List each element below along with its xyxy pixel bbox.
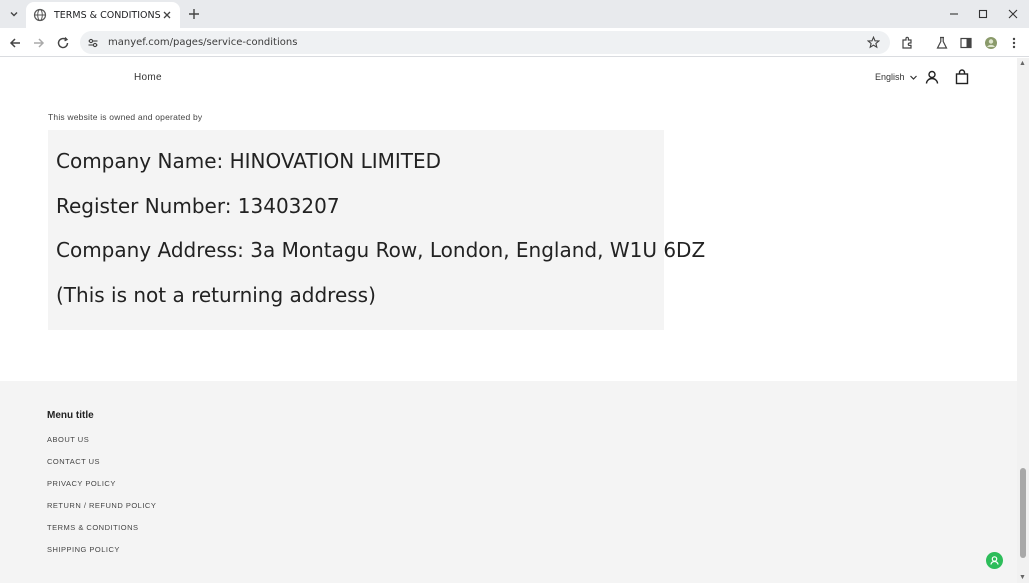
footer-link-about-us[interactable]: ABOUT US	[47, 435, 89, 444]
account-icon[interactable]	[924, 69, 940, 85]
puzzle-icon	[902, 36, 912, 49]
footer-menu-title: Menu title	[47, 410, 94, 421]
owned-operated-text: This website is owned and operated by	[48, 112, 203, 122]
url-text[interactable]: manyef.com/pages/service-conditions	[108, 37, 297, 48]
register-number-line: Register Number: 13403207	[56, 194, 340, 218]
footer-link-shipping-policy[interactable]: SHIPPING POLICY	[47, 545, 120, 554]
company-name-line: Company Name: HINOVATION LIMITED	[56, 149, 442, 173]
star-icon	[866, 35, 880, 48]
reload-icon	[57, 37, 69, 49]
bag-icon[interactable]	[954, 69, 970, 85]
nav-link-home[interactable]: Home	[134, 72, 162, 83]
window-close-button[interactable]	[1003, 4, 1023, 24]
more-vertical-icon	[1012, 37, 1016, 49]
side-panel-icon	[960, 37, 972, 49]
page-scrollbar[interactable]: ▲ ▼	[1017, 58, 1029, 583]
not-returning-address-note: (This is not a returning address)	[56, 283, 376, 307]
back-button[interactable]	[6, 34, 24, 52]
arrow-left-icon	[9, 38, 20, 48]
footer-link-privacy-policy[interactable]: PRIVACY POLICY	[47, 479, 116, 488]
chevron-down-icon	[909, 75, 917, 80]
arrow-right-icon	[34, 38, 45, 48]
site-footer: Menu title ABOUT US CONTACT US PRIVACY P…	[0, 381, 1017, 583]
extensions-button[interactable]	[898, 34, 916, 52]
close-tab-button[interactable]	[160, 8, 174, 22]
side-panel-button[interactable]	[957, 34, 975, 52]
profile-button[interactable]	[982, 34, 1000, 52]
tab-title: TERMS & CONDITIONS	[54, 9, 161, 21]
language-selector[interactable]: English	[875, 72, 918, 82]
forward-button[interactable]	[30, 34, 48, 52]
new-tab-button[interactable]	[186, 6, 202, 22]
site-info-button[interactable]	[86, 36, 100, 50]
chat-icon	[990, 556, 999, 565]
site-header: Home English	[0, 58, 1017, 96]
labs-button[interactable]	[933, 34, 951, 52]
footer-link-contact-us[interactable]: CONTACT US	[47, 457, 100, 466]
chevron-down-icon	[10, 12, 18, 17]
active-tab[interactable]: TERMS & CONDITIONS	[26, 2, 180, 28]
page-viewport: Home English This website is owned and o…	[0, 58, 1017, 583]
close-icon	[163, 11, 171, 19]
scrollbar-thumb[interactable]	[1020, 468, 1026, 558]
company-info-image: Company Name: HINOVATION LIMITED Registe…	[48, 130, 705, 330]
avatar-icon	[985, 37, 997, 49]
scroll-down-arrow-icon[interactable]: ▼	[1019, 574, 1026, 581]
minimize-icon	[950, 13, 958, 15]
bookmark-button[interactable]	[866, 35, 880, 49]
close-icon	[1008, 9, 1018, 19]
globe-icon	[33, 8, 47, 22]
footer-link-refund-policy[interactable]: RETURN / REFUND POLICY	[47, 501, 156, 510]
menu-button[interactable]	[1005, 34, 1023, 52]
browser-toolbar: manyef.com/pages/service-conditions	[0, 28, 1029, 57]
scroll-up-arrow-icon[interactable]: ▲	[1019, 60, 1026, 67]
flask-icon	[936, 36, 948, 49]
language-label: English	[875, 72, 905, 82]
chat-widget-button[interactable]	[986, 552, 1003, 569]
tab-search-button[interactable]	[6, 6, 22, 22]
reload-button[interactable]	[54, 34, 72, 52]
tune-icon	[88, 38, 98, 47]
tab-strip: TERMS & CONDITIONS	[0, 0, 1029, 28]
restore-icon	[978, 9, 988, 19]
company-address-line: Company Address: 3a Montagu Row, London,…	[56, 238, 706, 262]
maximize-button[interactable]	[973, 4, 993, 24]
footer-link-terms[interactable]: TERMS & CONDITIONS	[47, 523, 139, 532]
minimize-button[interactable]	[944, 4, 964, 24]
address-bar[interactable]: manyef.com/pages/service-conditions	[80, 31, 890, 54]
plus-icon	[189, 9, 199, 19]
